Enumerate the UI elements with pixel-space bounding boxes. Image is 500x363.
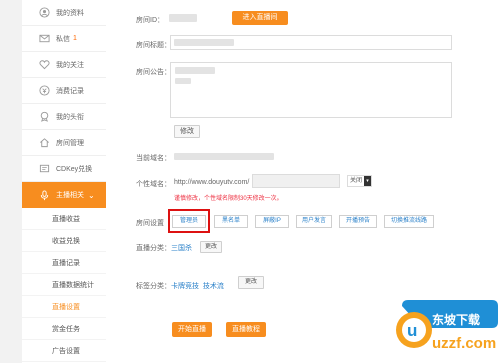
sidebar-subitem-live-settings[interactable]: 直播设置 — [22, 296, 106, 318]
room-settings-label: 房间设置 — [136, 220, 164, 227]
sidebar-item-label: 我的资料 — [56, 9, 84, 17]
sidebar-item-label: 房间管理 — [56, 139, 84, 147]
room-title-input[interactable] — [170, 35, 452, 50]
tags-edit-button[interactable]: 更改 — [238, 276, 264, 289]
current-domain-label: 当前域名： — [136, 155, 171, 162]
room-notice-value-line2 — [175, 78, 191, 84]
custom-domain-select-value: 关闭 — [350, 178, 363, 184]
sidebar-subitem-earnings[interactable]: 直播收益 — [22, 208, 106, 230]
page: 我的资料 私信 1 我的关注 消费记录 我的头衔 房间管理 CDKey兑换 主播… — [0, 0, 500, 363]
category-label-text: 直播分类： — [136, 245, 171, 252]
watermark-logo: u 东坡下载 uzzf.com — [392, 296, 500, 354]
custom-domain-warning: 谨慎修改，个性域名限制30天修改一次。 — [174, 196, 283, 202]
tab-live-preview[interactable]: 开播预告 — [339, 215, 377, 228]
user-circle-icon — [38, 7, 50, 19]
key-icon — [38, 163, 50, 175]
sidebar-subitem-exchange[interactable]: 收益兑换 — [22, 230, 106, 252]
tag-item[interactable]: 卡牌竞技 — [171, 283, 199, 290]
chevron-down-icon: ⌄ — [88, 190, 95, 200]
mail-icon — [38, 33, 50, 45]
sidebar-item-cdkey[interactable]: CDKey兑换 — [22, 156, 106, 182]
sidebar-section-label: 主播相关 — [56, 192, 84, 199]
edit-notice-button[interactable]: 修改 — [174, 125, 200, 138]
category-value[interactable]: 三国杀 — [171, 245, 192, 252]
sidebar-item-label: 我的头衔 — [56, 113, 84, 121]
tags-label: 标签分类：卡牌竞技 技术流 — [136, 281, 224, 291]
custom-domain-prefix: http://www.douyutv.com/ — [174, 179, 250, 186]
category-edit-button[interactable]: 更改 — [200, 241, 222, 253]
custom-domain-label: 个性域名： — [136, 181, 171, 188]
room-notice-label: 房间公告： — [136, 69, 171, 76]
sidebar: 我的资料 私信 1 我的关注 消费记录 我的头衔 房间管理 CDKey兑换 主播… — [22, 0, 106, 363]
room-id-label: 房间ID： — [136, 17, 164, 24]
sidebar-item-titles[interactable]: 我的头衔 — [22, 104, 106, 130]
tab-block-ip[interactable]: 屏蔽IP — [255, 215, 289, 228]
sidebar-subitem-records[interactable]: 直播记录 — [22, 252, 106, 274]
tab-user-speech[interactable]: 用户发言 — [296, 215, 332, 228]
tags-label-text: 标签分类： — [136, 283, 171, 290]
sidebar-subitem-bounty[interactable]: 赏金任务 — [22, 318, 106, 340]
tab-switch-stream-line[interactable]: 切换推流线路 — [384, 215, 434, 228]
house-icon — [38, 137, 50, 149]
chevron-down-icon: ▾ — [364, 176, 371, 186]
microphone-icon — [38, 189, 50, 201]
enter-room-button[interactable]: 进入直播间 — [232, 11, 288, 25]
watermark-cn-text: 东坡下载 — [432, 312, 480, 327]
start-live-button[interactable]: 开始直播 — [172, 322, 212, 337]
room-notice-value — [175, 67, 215, 74]
sidebar-item-label: CDKey兑换 — [56, 165, 93, 173]
watermark-u-letter: u — [407, 321, 417, 340]
category-label: 直播分类：三国杀 — [136, 243, 192, 253]
unread-count-badge: 1 — [73, 35, 77, 42]
sidebar-item-label: 我的关注 — [56, 61, 84, 69]
sidebar-subitem-ads[interactable]: 广告设置 — [22, 340, 106, 362]
sidebar-subitem-stats[interactable]: 直播数据统计 — [22, 274, 106, 296]
room-id-value — [169, 14, 197, 22]
sidebar-item-spending[interactable]: 消费记录 — [22, 78, 106, 104]
custom-domain-input[interactable] — [252, 174, 340, 188]
heart-icon — [38, 59, 50, 71]
tag-item[interactable]: 技术流 — [203, 283, 224, 290]
coin-icon — [38, 85, 50, 97]
custom-domain-select[interactable]: 关闭 ▾ — [347, 175, 372, 187]
sidebar-item-label: 消费记录 — [56, 87, 84, 95]
live-tutorial-button[interactable]: 直播教程 — [226, 322, 266, 337]
highlight-box — [168, 209, 210, 233]
room-title-label: 房间标题： — [136, 42, 171, 49]
sidebar-item-follows[interactable]: 我的关注 — [22, 52, 106, 78]
sidebar-item-messages[interactable]: 私信 1 — [22, 26, 106, 52]
tab-blacklist[interactable]: 黑名单 — [214, 215, 248, 228]
sidebar-item-label: 私信 — [56, 35, 70, 43]
room-notice-textarea[interactable] — [170, 62, 452, 118]
badge-icon — [38, 111, 50, 123]
sidebar-item-room-manage[interactable]: 房间管理 — [22, 130, 106, 156]
sidebar-item-profile[interactable]: 我的资料 — [22, 0, 106, 26]
current-domain-value — [174, 153, 274, 160]
watermark-text: uzzf.com — [432, 335, 496, 352]
sidebar-section-streamer[interactable]: 主播相关 ⌄ — [22, 182, 106, 208]
room-title-value — [174, 39, 234, 46]
